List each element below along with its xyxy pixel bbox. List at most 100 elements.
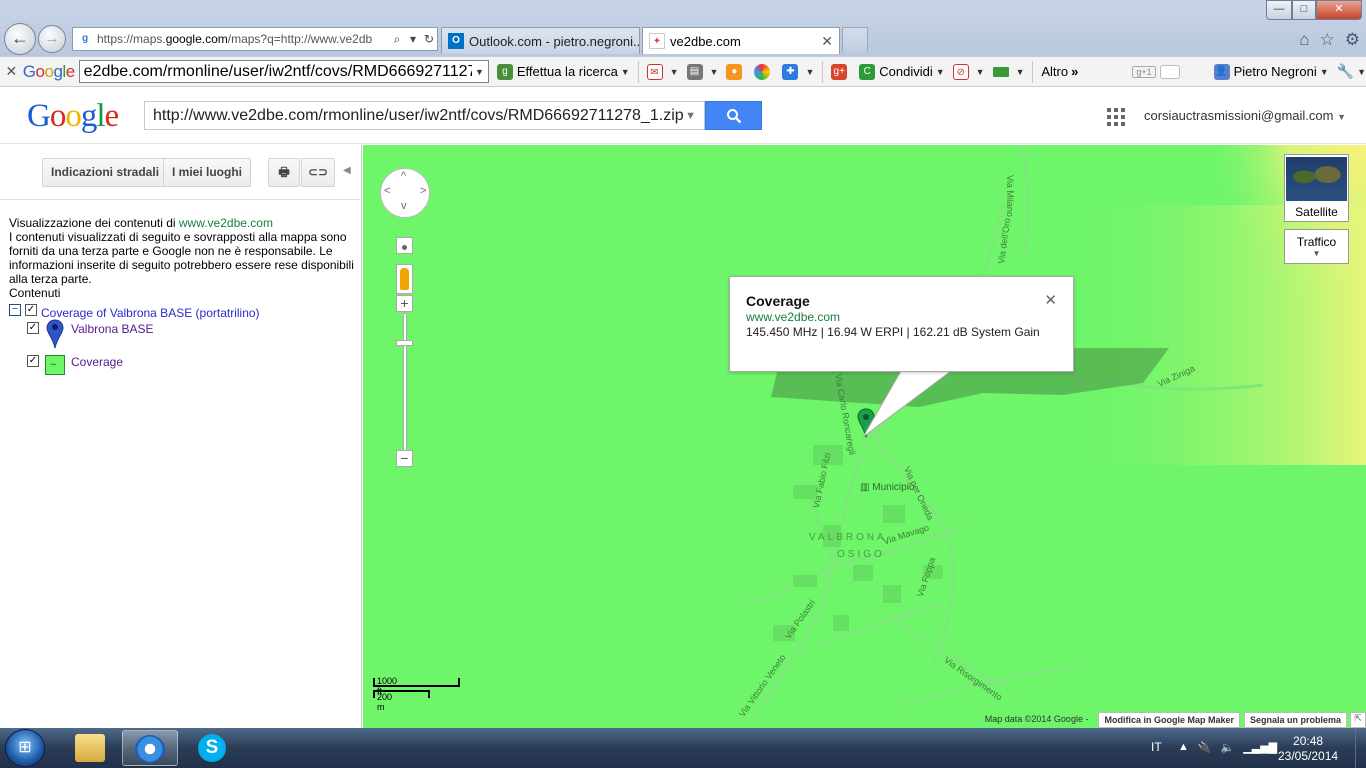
pan-left-icon[interactable]: < bbox=[384, 185, 390, 197]
search-icon[interactable]: ⌕ bbox=[389, 32, 405, 47]
close-icon[interactable]: ✕ bbox=[1044, 291, 1057, 309]
dot-icon bbox=[402, 245, 407, 250]
pan-up-icon[interactable]: ^ bbox=[401, 170, 406, 182]
minimize-button[interactable]: — bbox=[1266, 0, 1292, 20]
panel-divider bbox=[0, 199, 362, 200]
google-logo[interactable]: Google bbox=[27, 98, 119, 135]
gplus-icon: g+ bbox=[831, 63, 848, 80]
back-button[interactable]: ← bbox=[4, 23, 36, 55]
center-map-button[interactable] bbox=[396, 237, 413, 254]
tab-label: ve2dbe.com bbox=[670, 33, 741, 49]
close-window-button[interactable]: ✕ bbox=[1316, 0, 1362, 20]
map-canvas[interactable]: Via Milano Via dell'Oro Via Ziniga Via C… bbox=[363, 145, 1366, 728]
map-marker-icon[interactable] bbox=[857, 408, 875, 438]
settings-gear-icon[interactable]: ⚙ bbox=[1345, 30, 1360, 50]
pan-right-icon[interactable]: > bbox=[420, 185, 426, 197]
google-toolbar: ✕ Google e2dbe.com/rmonline/user/iw2ntf/… bbox=[0, 56, 1366, 87]
user-account-button[interactable]: 👤 Pietro Negroni ▼ bbox=[1213, 63, 1329, 80]
more-button[interactable]: Altro» bbox=[1041, 64, 1078, 79]
pegman-icon[interactable] bbox=[396, 264, 413, 294]
maximize-button[interactable]: □ bbox=[1292, 0, 1316, 20]
plusone-button[interactable]: g+1 bbox=[1132, 64, 1180, 79]
wrench-button[interactable]: 🔧 ▼ bbox=[1337, 63, 1366, 80]
coverage-checkbox[interactable]: ✓ bbox=[27, 355, 39, 367]
valbrona-checkbox[interactable]: ✓ bbox=[27, 322, 39, 334]
directions-button[interactable]: Indicazioni stradali bbox=[42, 158, 169, 187]
share-button[interactable]: C Condividi ▼ bbox=[859, 63, 945, 80]
collapse-panel-icon[interactable]: ◀ bbox=[343, 165, 351, 176]
dropdown-arrow-icon[interactable]: ▾ bbox=[405, 32, 421, 46]
intro-line: Visualizzazione dei contenuti di www.ve2… bbox=[9, 216, 273, 230]
tab-outlook[interactable]: O Outlook.com - pietro.negroni... bbox=[441, 27, 640, 54]
tab-ve2dbe[interactable]: ✦ ve2dbe.com ✕ bbox=[642, 27, 840, 54]
municipio-label: ▥ Municipio bbox=[860, 482, 915, 493]
info-link[interactable]: www.ve2dbe.com bbox=[746, 310, 840, 324]
toolbar-search-input[interactable]: e2dbe.com/rmonline/user/iw2ntf/covs/RMD6… bbox=[78, 60, 489, 83]
arrow-right-icon: → bbox=[44, 30, 60, 47]
refresh-icon[interactable]: ↻ bbox=[421, 32, 437, 46]
coverage-link[interactable]: Coverage bbox=[71, 355, 123, 369]
favorites-star-icon[interactable]: ☆ bbox=[1320, 30, 1335, 50]
taskbar-skype[interactable]: S bbox=[184, 730, 240, 766]
chevron-down-icon[interactable]: ▼ bbox=[685, 110, 696, 122]
traffic-toggle[interactable]: Traffico ▼ bbox=[1284, 229, 1349, 264]
home-icon[interactable]: ⌂ bbox=[1299, 30, 1309, 50]
satellite-toggle[interactable]: Satellite bbox=[1284, 154, 1349, 222]
account-menu[interactable]: corsiauctrasmissioni@gmail.com ▼ bbox=[1144, 108, 1346, 123]
zoom-in-button[interactable]: + bbox=[396, 295, 413, 312]
tree-root-checkbox[interactable]: ✓ bbox=[25, 304, 37, 316]
forward-button[interactable]: → bbox=[38, 25, 66, 53]
taskbar-internet-explorer[interactable] bbox=[122, 730, 178, 766]
apps-grid-icon[interactable] bbox=[1107, 108, 1125, 126]
pan-down-icon[interactable]: v bbox=[401, 200, 407, 212]
search-icon bbox=[726, 109, 741, 124]
system-clock[interactable]: 20:48 23/05/2014 bbox=[1278, 734, 1338, 764]
close-toolbar-icon[interactable]: ✕ bbox=[0, 63, 23, 80]
windows-logo-icon: ⊞ bbox=[18, 739, 32, 756]
toolbar-divider bbox=[1032, 60, 1034, 83]
report-problem-link[interactable]: Segnala un problema bbox=[1243, 712, 1347, 728]
map-maker-link[interactable]: Modifica in Google Map Maker bbox=[1098, 712, 1240, 728]
pan-control[interactable]: ^ < > v bbox=[380, 168, 430, 218]
collapse-minus-icon[interactable]: − bbox=[9, 304, 21, 316]
search-web-button[interactable]: g Effettua la ricerca ▼ bbox=[496, 63, 630, 80]
chevron-down-icon[interactable]: ▼ bbox=[475, 67, 484, 77]
start-button[interactable]: ⊞ bbox=[5, 729, 45, 767]
arrow-left-icon: ← bbox=[11, 28, 29, 48]
show-hidden-icons-icon[interactable]: ▲ bbox=[1178, 741, 1189, 754]
address-bar[interactable]: g https://maps.google.com/maps?q=http://… bbox=[72, 27, 438, 51]
close-tab-icon[interactable]: ✕ bbox=[821, 33, 833, 50]
language-indicator[interactable]: IT bbox=[1151, 740, 1162, 754]
zoom-out-button[interactable]: − bbox=[396, 450, 413, 467]
print-button[interactable]: 🖶 bbox=[268, 158, 300, 187]
popup-blocker-button[interactable]: ⊘ ▼ bbox=[952, 63, 985, 80]
power-plug-icon[interactable]: 🔌 bbox=[1198, 741, 1212, 754]
volume-icon[interactable]: 🔈 bbox=[1221, 741, 1235, 754]
bookmarks-button[interactable]: ✚ ▼ bbox=[782, 63, 814, 80]
zoom-slider-track[interactable] bbox=[403, 313, 407, 457]
signal-bars-icon[interactable]: ▁▃▅▇ bbox=[1243, 741, 1277, 754]
system-tray: ▲ 🔌 🔈 ▁▃▅▇ bbox=[1178, 741, 1277, 754]
gplus-button[interactable]: g+ bbox=[831, 63, 851, 80]
news-button[interactable]: ▤ ▼ bbox=[686, 63, 718, 80]
expand-corner-icon[interactable]: ⇱ bbox=[1350, 712, 1366, 728]
picasa-button[interactable] bbox=[754, 63, 774, 80]
valbrona-link[interactable]: Valbrona BASE bbox=[71, 322, 154, 336]
link-button[interactable]: ⊂⊃ bbox=[301, 158, 335, 187]
info-window: Coverage www.ve2dbe.com 145.450 MHz | 16… bbox=[729, 276, 1074, 372]
taskbar-explorer[interactable] bbox=[62, 730, 118, 766]
plus-cross-icon: ✚ bbox=[782, 63, 799, 80]
new-tab-button[interactable] bbox=[842, 27, 868, 52]
translate-button[interactable]: ● bbox=[726, 63, 746, 80]
google-favicon-icon: g bbox=[78, 32, 92, 46]
tree-root-link[interactable]: Coverage of Valbrona BASE (portatrilino) bbox=[41, 306, 260, 320]
folder-icon bbox=[75, 734, 105, 762]
maps-search-button[interactable] bbox=[705, 101, 762, 130]
my-places-button[interactable]: I miei luoghi bbox=[163, 158, 252, 187]
maps-search-input[interactable]: http://www.ve2dbe.com/rmonline/user/iw2n… bbox=[144, 101, 705, 130]
show-desktop-button[interactable] bbox=[1355, 728, 1366, 768]
source-link[interactable]: www.ve2dbe.com bbox=[179, 216, 273, 230]
zoom-slider-handle[interactable] bbox=[396, 340, 413, 346]
mail-button[interactable]: ✉ ▼ bbox=[646, 63, 679, 80]
battery-button[interactable]: ▼ bbox=[992, 66, 1024, 77]
